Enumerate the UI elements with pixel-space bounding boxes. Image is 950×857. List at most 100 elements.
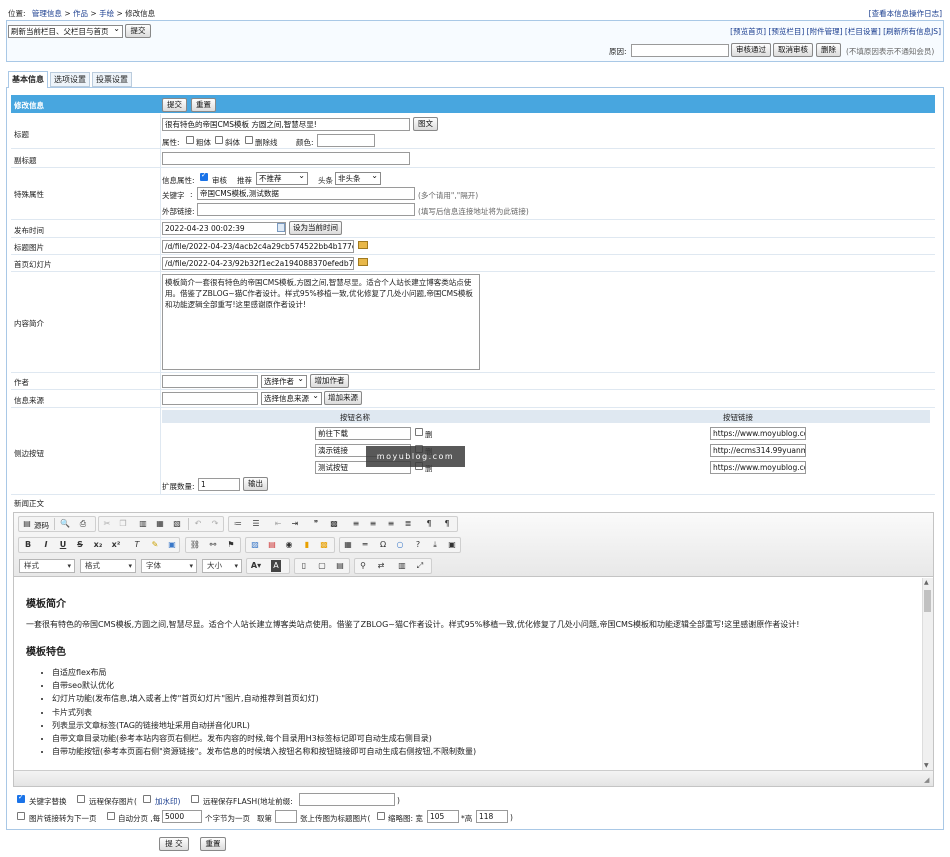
- gallery-icon[interactable]: ▩: [318, 539, 330, 551]
- reason-input[interactable]: [631, 44, 729, 57]
- extlink-input[interactable]: [197, 203, 415, 216]
- align-center-icon[interactable]: ≡: [367, 518, 379, 530]
- tab-basic[interactable]: 基本信息: [8, 71, 48, 88]
- add-watermark-link[interactable]: 加水印): [155, 796, 180, 807]
- preview-column-link[interactable]: [预览栏目]: [768, 27, 804, 36]
- align-right-icon[interactable]: ≡: [385, 518, 397, 530]
- add-author-button[interactable]: 增加作者: [310, 374, 349, 388]
- attachment-link[interactable]: [附件管理]: [807, 27, 843, 36]
- scroll-up-icon[interactable]: ▲: [924, 579, 929, 586]
- subtitle-input[interactable]: [162, 152, 410, 165]
- author-select[interactable]: 选择作者: [261, 375, 307, 388]
- side-button-link-input[interactable]: http://ecms314.99yuanma.: [710, 444, 806, 457]
- title-input[interactable]: 很有特色的帝国CMS模板 方圆之间,智慧尽显!: [162, 118, 410, 131]
- format-combo[interactable]: 格式: [80, 559, 136, 573]
- emoticon-icon[interactable]: ○: [394, 539, 406, 551]
- source-input[interactable]: [162, 392, 258, 405]
- breadcrumb-item[interactable]: 管理信息: [32, 9, 62, 18]
- headline-select[interactable]: 非头条: [335, 172, 381, 185]
- audit-checkbox[interactable]: [200, 171, 208, 181]
- blockquote-icon[interactable]: ❞: [310, 518, 322, 530]
- pic-next-page-checkbox[interactable]: [17, 812, 25, 820]
- template-icon[interactable]: ▣: [166, 539, 178, 551]
- cancel-audit-button[interactable]: 取消审核: [773, 43, 813, 57]
- horizontal-rule-icon[interactable]: ═: [359, 539, 371, 551]
- table-icon[interactable]: ▦: [342, 539, 354, 551]
- delete-button[interactable]: 删除: [816, 43, 841, 57]
- keywords-input[interactable]: 帝国CMS模板,测试数据: [197, 187, 415, 200]
- source-select[interactable]: 选择信息来源: [261, 392, 322, 405]
- bottom-reset-button[interactable]: 重置: [200, 837, 226, 851]
- justify-icon[interactable]: ≣: [402, 518, 414, 530]
- expand-output-button[interactable]: 输出: [243, 477, 268, 491]
- side-button-link-input[interactable]: https://www.moyublog.con: [710, 427, 806, 440]
- image-icon[interactable]: ▨: [249, 539, 261, 551]
- thumbnail-checkbox[interactable]: [377, 812, 385, 820]
- resize-handle-icon[interactable]: ◢: [924, 776, 929, 784]
- column-settings-link[interactable]: [栏目设置]: [845, 27, 881, 36]
- side-button-name-input[interactable]: 前往下载: [315, 427, 411, 440]
- superscript-icon[interactable]: x²: [110, 539, 122, 551]
- flash-prefix-input[interactable]: [299, 793, 395, 806]
- folder-icon[interactable]: [358, 258, 368, 266]
- subscript-icon[interactable]: x₂: [92, 539, 104, 551]
- breadcrumb-item[interactable]: 手绘: [99, 9, 114, 18]
- scroll-down-icon[interactable]: ▼: [924, 762, 929, 769]
- anchor-icon[interactable]: ⚑: [225, 539, 237, 551]
- bullet-list-icon[interactable]: ☰: [250, 518, 262, 530]
- underline-icon[interactable]: U: [57, 539, 69, 551]
- help-icon[interactable]: ?: [412, 539, 424, 551]
- tab-vote[interactable]: 投票设置: [92, 72, 132, 87]
- save-flash-checkbox[interactable]: [191, 795, 199, 803]
- show-blocks-icon[interactable]: ▥: [396, 560, 408, 572]
- scrollbar-thumb[interactable]: [924, 590, 931, 612]
- copy-icon[interactable]: ❐: [117, 518, 129, 530]
- strikethrough-icon[interactable]: S: [74, 539, 86, 551]
- color-input[interactable]: [317, 134, 375, 147]
- slide-input[interactable]: /d/file/2022-04-23/92b32f1ec2a194088370e…: [162, 257, 354, 270]
- expand-count-input[interactable]: 1: [198, 478, 240, 491]
- add-source-button[interactable]: 增加来源: [324, 391, 362, 405]
- flash-icon[interactable]: ▤: [266, 539, 278, 551]
- header-submit-button[interactable]: 提交: [162, 98, 187, 112]
- thumbnail-width-input[interactable]: 105: [427, 810, 459, 823]
- titlepic-input[interactable]: /d/file/2022-04-23/4acb2c4a29cb574522bb4…: [162, 240, 354, 253]
- keyword-replace-checkbox[interactable]: [17, 793, 25, 803]
- document-icon[interactable]: ▤: [334, 560, 346, 572]
- rtl-icon[interactable]: ¶: [441, 518, 453, 530]
- iframe-icon[interactable]: ▣: [446, 539, 458, 551]
- calendar-icon[interactable]: [277, 223, 285, 232]
- folder-icon[interactable]: [358, 241, 368, 249]
- maximize-icon[interactable]: ⤢: [414, 560, 426, 572]
- outdent-icon[interactable]: ⇤: [272, 518, 284, 530]
- media-icon[interactable]: ◉: [283, 539, 295, 551]
- save-icon[interactable]: ▯: [298, 560, 310, 572]
- redo-icon[interactable]: ↷: [209, 518, 221, 530]
- recommend-select[interactable]: 不推荐: [256, 172, 308, 185]
- text-color-icon[interactable]: A▾: [250, 560, 262, 572]
- title-image-button[interactable]: 图文: [413, 117, 438, 131]
- new-page-icon[interactable]: ▢: [316, 560, 328, 572]
- strike-checkbox[interactable]: [245, 136, 253, 144]
- align-left-icon[interactable]: ≡: [350, 518, 362, 530]
- numbered-list-icon[interactable]: ≔: [232, 518, 244, 530]
- refresh-js-link[interactable]: [刷新所有信息JS]: [883, 27, 941, 36]
- paste-icon[interactable]: ▥: [137, 518, 149, 530]
- div-container-icon[interactable]: ▩: [328, 518, 340, 530]
- set-current-time-button[interactable]: 设为当前时间: [289, 221, 342, 235]
- undo-icon[interactable]: ↶: [192, 518, 204, 530]
- refresh-submit-button[interactable]: 提交: [125, 24, 151, 38]
- cut-icon[interactable]: ✂: [101, 518, 113, 530]
- approve-button[interactable]: 审核通过: [731, 43, 771, 57]
- page-break-icon[interactable]: ⤓: [429, 539, 441, 551]
- bg-color-icon[interactable]: A: [271, 560, 281, 572]
- auto-page-checkbox[interactable]: [107, 812, 115, 820]
- unlink-icon[interactable]: ⚯: [207, 539, 219, 551]
- source-label[interactable]: 源码: [34, 520, 49, 531]
- page-chars-input[interactable]: 5000: [162, 810, 202, 823]
- bold-icon[interactable]: B: [22, 539, 34, 551]
- preview-home-link[interactable]: [预览首页]: [730, 27, 766, 36]
- bold-checkbox[interactable]: [186, 136, 194, 144]
- format-painter-icon[interactable]: ✎: [149, 539, 161, 551]
- title-pic-index-input[interactable]: [275, 810, 297, 823]
